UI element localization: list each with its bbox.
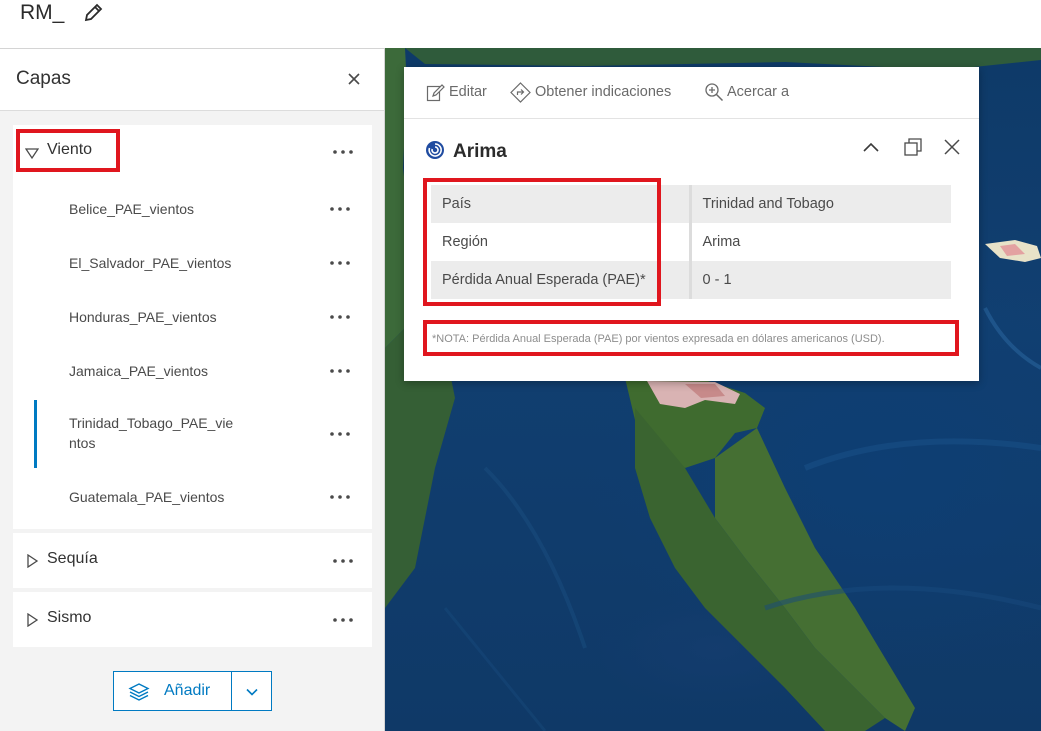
directions-button[interactable]: Obtener indicaciones <box>510 81 690 103</box>
close-icon[interactable] <box>942 137 962 157</box>
app-title: RM_ <box>20 1 65 24</box>
edit-label: Editar <box>449 84 487 100</box>
zoom-to-button[interactable]: Acercar a <box>704 81 804 103</box>
zoom-in-icon <box>705 83 724 102</box>
layer-item-el-salvador[interactable]: El_Salvador_PAE_vientos <box>13 241 372 285</box>
dock-icon[interactable] <box>903 137 923 157</box>
panel-title: Capas <box>16 68 71 89</box>
active-indicator <box>34 400 37 468</box>
pencil-icon[interactable] <box>82 2 104 24</box>
layer-group-viento: Viento Belice_PAE_vientos El_Salvador_PA… <box>13 125 372 529</box>
more-options-icon[interactable] <box>327 364 353 378</box>
layer-item-guatemala[interactable]: Guatemala_PAE_vientos <box>13 475 372 519</box>
zoom-label: Acercar a <box>727 84 790 100</box>
edit-icon <box>426 84 445 102</box>
chevron-down-icon <box>246 688 258 696</box>
top-bar: RM_ <box>0 0 1041 48</box>
layer-item-jamaica[interactable]: Jamaica_PAE_vientos <box>13 349 372 393</box>
highlight-box-field-names <box>423 178 661 306</box>
layer-item-label-line1: Trinidad_Tobago_PAE_vie <box>69 415 234 431</box>
popup-title: Arima <box>453 141 507 162</box>
layer-item-label: Belice_PAE_vientos <box>69 201 195 217</box>
more-options-icon[interactable] <box>330 613 356 627</box>
layer-item-belice[interactable]: Belice_PAE_vientos <box>13 187 372 231</box>
layer-item-label: Trinidad_Tobago_PAE_vie ntos <box>69 413 233 453</box>
layers-icon <box>128 683 150 701</box>
more-options-icon[interactable] <box>327 202 353 216</box>
more-options-icon[interactable] <box>327 310 353 324</box>
more-options-icon[interactable] <box>327 256 353 270</box>
close-icon[interactable] <box>344 69 364 89</box>
field-value: Trinidad and Tobago <box>690 185 951 223</box>
popup-toolbar: Editar Obtener indicaciones Acercar a <box>404 67 979 119</box>
add-button-label: Añadir <box>164 682 211 699</box>
add-layer-button[interactable]: Añadir <box>113 671 232 711</box>
more-options-icon[interactable] <box>327 427 353 441</box>
more-options-icon[interactable] <box>330 145 356 159</box>
layer-item-label-line2: ntos <box>69 435 96 451</box>
layer-item-label: El_Salvador_PAE_vientos <box>69 255 232 271</box>
wind-swirl-icon <box>426 141 444 159</box>
layer-item-trinidad-tobago[interactable]: Trinidad_Tobago_PAE_vie ntos <box>13 400 372 468</box>
directions-icon <box>510 82 531 103</box>
field-value: Arima <box>702 234 741 250</box>
collapse-icon[interactable] <box>861 137 881 157</box>
more-options-icon[interactable] <box>330 554 356 568</box>
caret-right-icon[interactable] <box>25 554 39 568</box>
layer-group-sismo[interactable]: Sismo <box>13 592 372 647</box>
layer-group-label: Sismo <box>47 609 92 626</box>
panel-header: Capas <box>0 49 384 111</box>
field-value: 0 - 1 <box>690 261 951 299</box>
add-dropdown-button[interactable] <box>231 671 272 711</box>
highlight-box-note <box>423 320 959 356</box>
directions-label: Obtener indicaciones <box>535 84 672 100</box>
layer-item-label: Guatemala_PAE_vientos <box>69 489 225 505</box>
highlight-box-viento <box>16 129 120 172</box>
more-options-icon[interactable] <box>327 490 353 504</box>
caret-right-icon[interactable] <box>25 613 39 627</box>
edit-button[interactable]: Editar <box>426 81 516 103</box>
layer-item-honduras[interactable]: Honduras_PAE_vientos <box>13 295 372 339</box>
layer-group-sequia[interactable]: Sequía <box>13 533 372 588</box>
layer-item-label: Honduras_PAE_vientos <box>69 309 217 325</box>
layer-group-label: Sequía <box>47 550 98 567</box>
layer-item-label: Jamaica_PAE_vientos <box>69 363 209 379</box>
